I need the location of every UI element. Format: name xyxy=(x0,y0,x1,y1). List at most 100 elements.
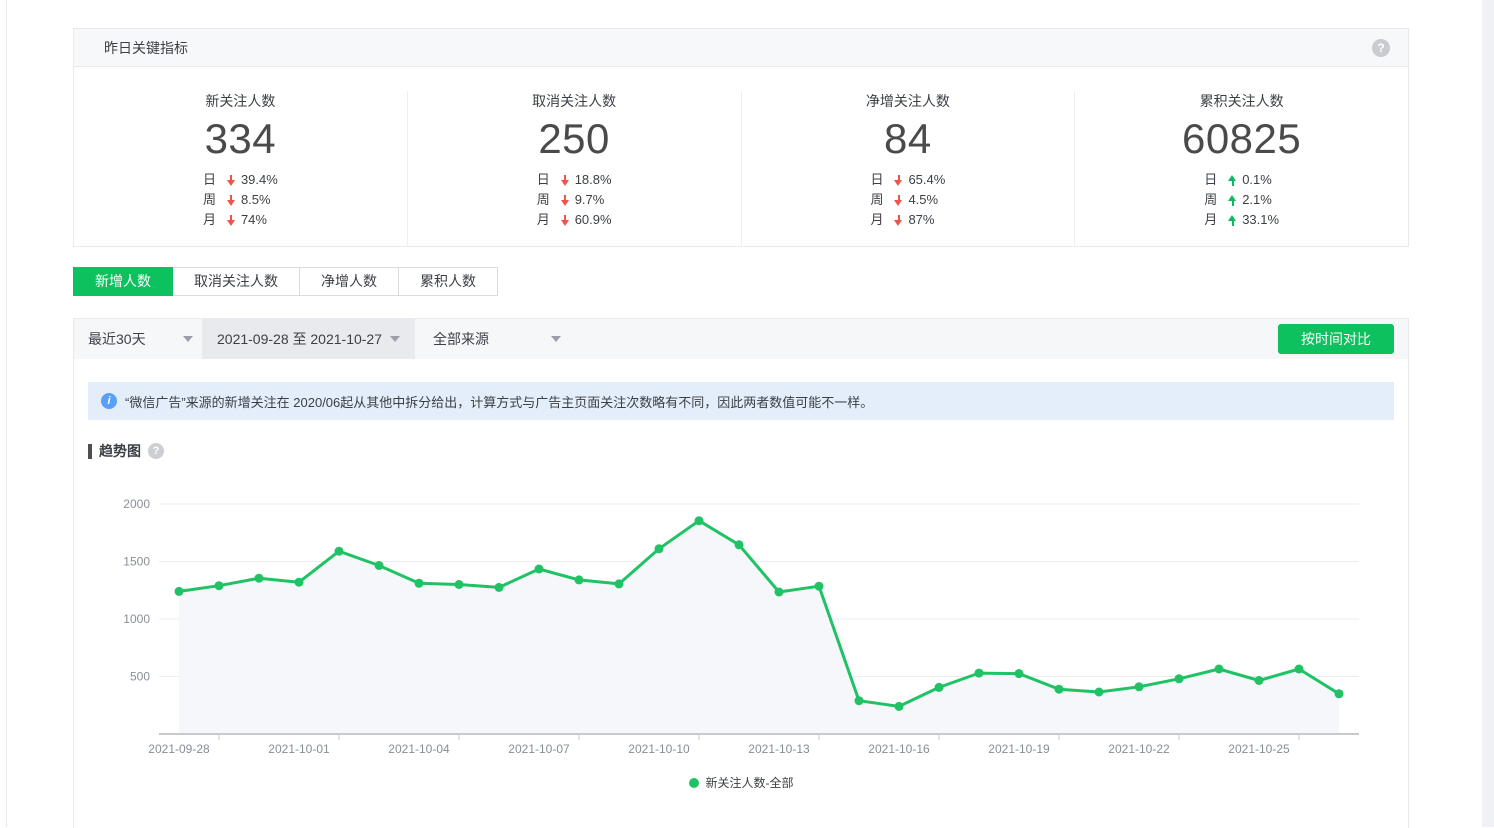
percent-value: 65.4% xyxy=(908,170,945,190)
svg-text:2021-09-28: 2021-09-28 xyxy=(148,742,210,756)
source-dropdown[interactable]: 全部来源 xyxy=(425,319,561,359)
metric-trend-row: 月 33.1% xyxy=(1204,210,1279,230)
period-label: 月 xyxy=(1204,210,1228,230)
percent-value: 9.7% xyxy=(575,190,605,210)
page-left-divider xyxy=(6,0,7,827)
metric-trend-row: 日 0.1% xyxy=(1204,170,1279,190)
scrollbar-track[interactable] xyxy=(1482,0,1494,827)
tab-净增人数[interactable]: 净增人数 xyxy=(299,267,399,296)
metric-trend-row: 月 74% xyxy=(203,210,278,230)
period-label: 周 xyxy=(203,190,227,210)
source-value: 全部来源 xyxy=(433,329,489,349)
svg-text:2021-10-07: 2021-10-07 xyxy=(508,742,570,756)
svg-text:2021-10-13: 2021-10-13 xyxy=(748,742,810,756)
svg-text:2021-10-25: 2021-10-25 xyxy=(1228,742,1290,756)
filter-bar: 最近30天 2021-09-28 至 2021-10-27 全部来源 按时间对比 xyxy=(74,319,1408,359)
tab-新增人数[interactable]: 新增人数 xyxy=(73,267,173,296)
period-label: 月 xyxy=(870,210,894,230)
arrow-down-icon xyxy=(227,195,236,206)
metric-trend-row: 日 18.8% xyxy=(537,170,612,190)
percent-value: 8.5% xyxy=(241,190,271,210)
tab-累积人数[interactable]: 累积人数 xyxy=(398,267,498,296)
percent-value: 87% xyxy=(908,210,934,230)
percent-value: 18.8% xyxy=(575,170,612,190)
section-marker xyxy=(88,444,92,459)
svg-text:1000: 1000 xyxy=(123,612,150,626)
info-icon: i xyxy=(101,393,117,409)
chart-legend[interactable]: 新关注人数-全部 xyxy=(74,774,1408,791)
notice-text: “微信广告”来源的新增关注在 2020/06起从其他中拆分给出，计算方式与广告主… xyxy=(125,392,873,411)
period-label: 日 xyxy=(537,170,561,190)
metric-rows: 日 18.8% 周 9.7% 月 60.9% xyxy=(537,170,612,230)
arrow-down-icon xyxy=(894,175,903,186)
percent-value: 74% xyxy=(241,210,267,230)
metric-rows: 日 65.4% 周 4.5% 月 87% xyxy=(870,170,945,230)
period-label: 周 xyxy=(537,190,561,210)
tab-取消关注人数[interactable]: 取消关注人数 xyxy=(172,267,300,296)
arrow-down-icon xyxy=(227,175,236,186)
svg-text:2021-10-16: 2021-10-16 xyxy=(868,742,930,756)
metric-trend-row: 周 8.5% xyxy=(203,190,278,210)
metric-trend-row: 日 65.4% xyxy=(870,170,945,190)
metric-trend-row: 周 4.5% xyxy=(870,190,945,210)
metric-label: 净增关注人数 xyxy=(742,91,1075,111)
trend-chart-title: 趋势图 xyxy=(99,441,141,461)
period-label: 月 xyxy=(203,210,227,230)
metric-column: 累积关注人数 60825 日 0.1% 周 2.1% 月 33.1% xyxy=(1075,91,1408,246)
svg-text:1500: 1500 xyxy=(123,555,150,569)
percent-value: 39.4% xyxy=(241,170,278,190)
percent-value: 0.1% xyxy=(1242,170,1272,190)
trend-line-chart[interactable]: 500 1000 1500 2000 2021-09-28 2021-10-01 2021-… xyxy=(74,476,1408,766)
key-metrics-card: 昨日关键指标 ? 新关注人数 334 日 39.4% 周 8.5% 月 74% … xyxy=(73,28,1409,247)
svg-text:2021-10-22: 2021-10-22 xyxy=(1108,742,1170,756)
period-label: 日 xyxy=(1204,170,1228,190)
metric-trend-row: 日 39.4% xyxy=(203,170,278,190)
period-label: 周 xyxy=(870,190,894,210)
percent-value: 4.5% xyxy=(908,190,938,210)
metric-column: 新关注人数 334 日 39.4% 周 8.5% 月 74% xyxy=(74,91,408,246)
svg-text:500: 500 xyxy=(130,670,150,684)
date-range-value: 2021-09-28 至 2021-10-27 xyxy=(217,329,382,349)
metric-value: 84 xyxy=(742,117,1075,161)
percent-value: 2.1% xyxy=(1242,190,1272,210)
metric-rows: 日 39.4% 周 8.5% 月 74% xyxy=(203,170,278,230)
svg-text:2021-10-04: 2021-10-04 xyxy=(388,742,450,756)
metric-trend-row: 周 2.1% xyxy=(1204,190,1279,210)
date-range-preset-label: 最近30天 xyxy=(88,329,146,349)
percent-value: 60.9% xyxy=(575,210,612,230)
svg-text:2021-10-10: 2021-10-10 xyxy=(628,742,690,756)
chevron-down-icon xyxy=(183,336,193,342)
metric-trend-row: 月 87% xyxy=(870,210,945,230)
metric-tabs: 新增人数取消关注人数净增人数累积人数 xyxy=(73,267,498,296)
question-icon[interactable]: ? xyxy=(148,443,164,459)
key-metrics-title: 昨日关键指标 xyxy=(74,38,188,58)
date-range-dropdown[interactable]: 2021-09-28 至 2021-10-27 xyxy=(202,319,415,359)
arrow-up-icon xyxy=(1228,175,1237,186)
metric-label: 累积关注人数 xyxy=(1075,91,1408,111)
trend-chart[interactable]: 500 1000 1500 2000 2021-09-28 2021-10-01 2021-… xyxy=(74,476,1408,771)
metric-trend-row: 周 9.7% xyxy=(537,190,612,210)
svg-text:2021-10-01: 2021-10-01 xyxy=(268,742,330,756)
percent-value: 33.1% xyxy=(1242,210,1279,230)
question-icon[interactable]: ? xyxy=(1372,39,1390,57)
arrow-down-icon xyxy=(894,195,903,206)
metric-value: 334 xyxy=(74,117,407,161)
period-label: 月 xyxy=(537,210,561,230)
period-label: 周 xyxy=(1204,190,1228,210)
key-metrics-header: 昨日关键指标 ? xyxy=(74,29,1408,67)
compare-by-time-button[interactable]: 按时间对比 xyxy=(1278,324,1394,354)
arrow-down-icon xyxy=(561,215,570,226)
trend-chart-header: 趋势图 ? xyxy=(88,441,1408,461)
notice-banner: i “微信广告”来源的新增关注在 2020/06起从其他中拆分给出，计算方式与广… xyxy=(88,382,1394,420)
arrow-up-icon xyxy=(1228,215,1237,226)
legend-marker-icon xyxy=(689,778,699,788)
metric-value: 250 xyxy=(408,117,741,161)
date-range-preset-dropdown[interactable]: 最近30天 xyxy=(81,319,193,359)
svg-text:2021-10-19: 2021-10-19 xyxy=(988,742,1050,756)
svg-text:2000: 2000 xyxy=(123,497,150,511)
key-metrics-body: 新关注人数 334 日 39.4% 周 8.5% 月 74% 取消关注人数 25… xyxy=(74,67,1408,246)
metric-value: 60825 xyxy=(1075,117,1408,161)
legend-label: 新关注人数-全部 xyxy=(706,774,794,791)
metric-label: 取消关注人数 xyxy=(408,91,741,111)
chevron-down-icon xyxy=(551,336,561,342)
